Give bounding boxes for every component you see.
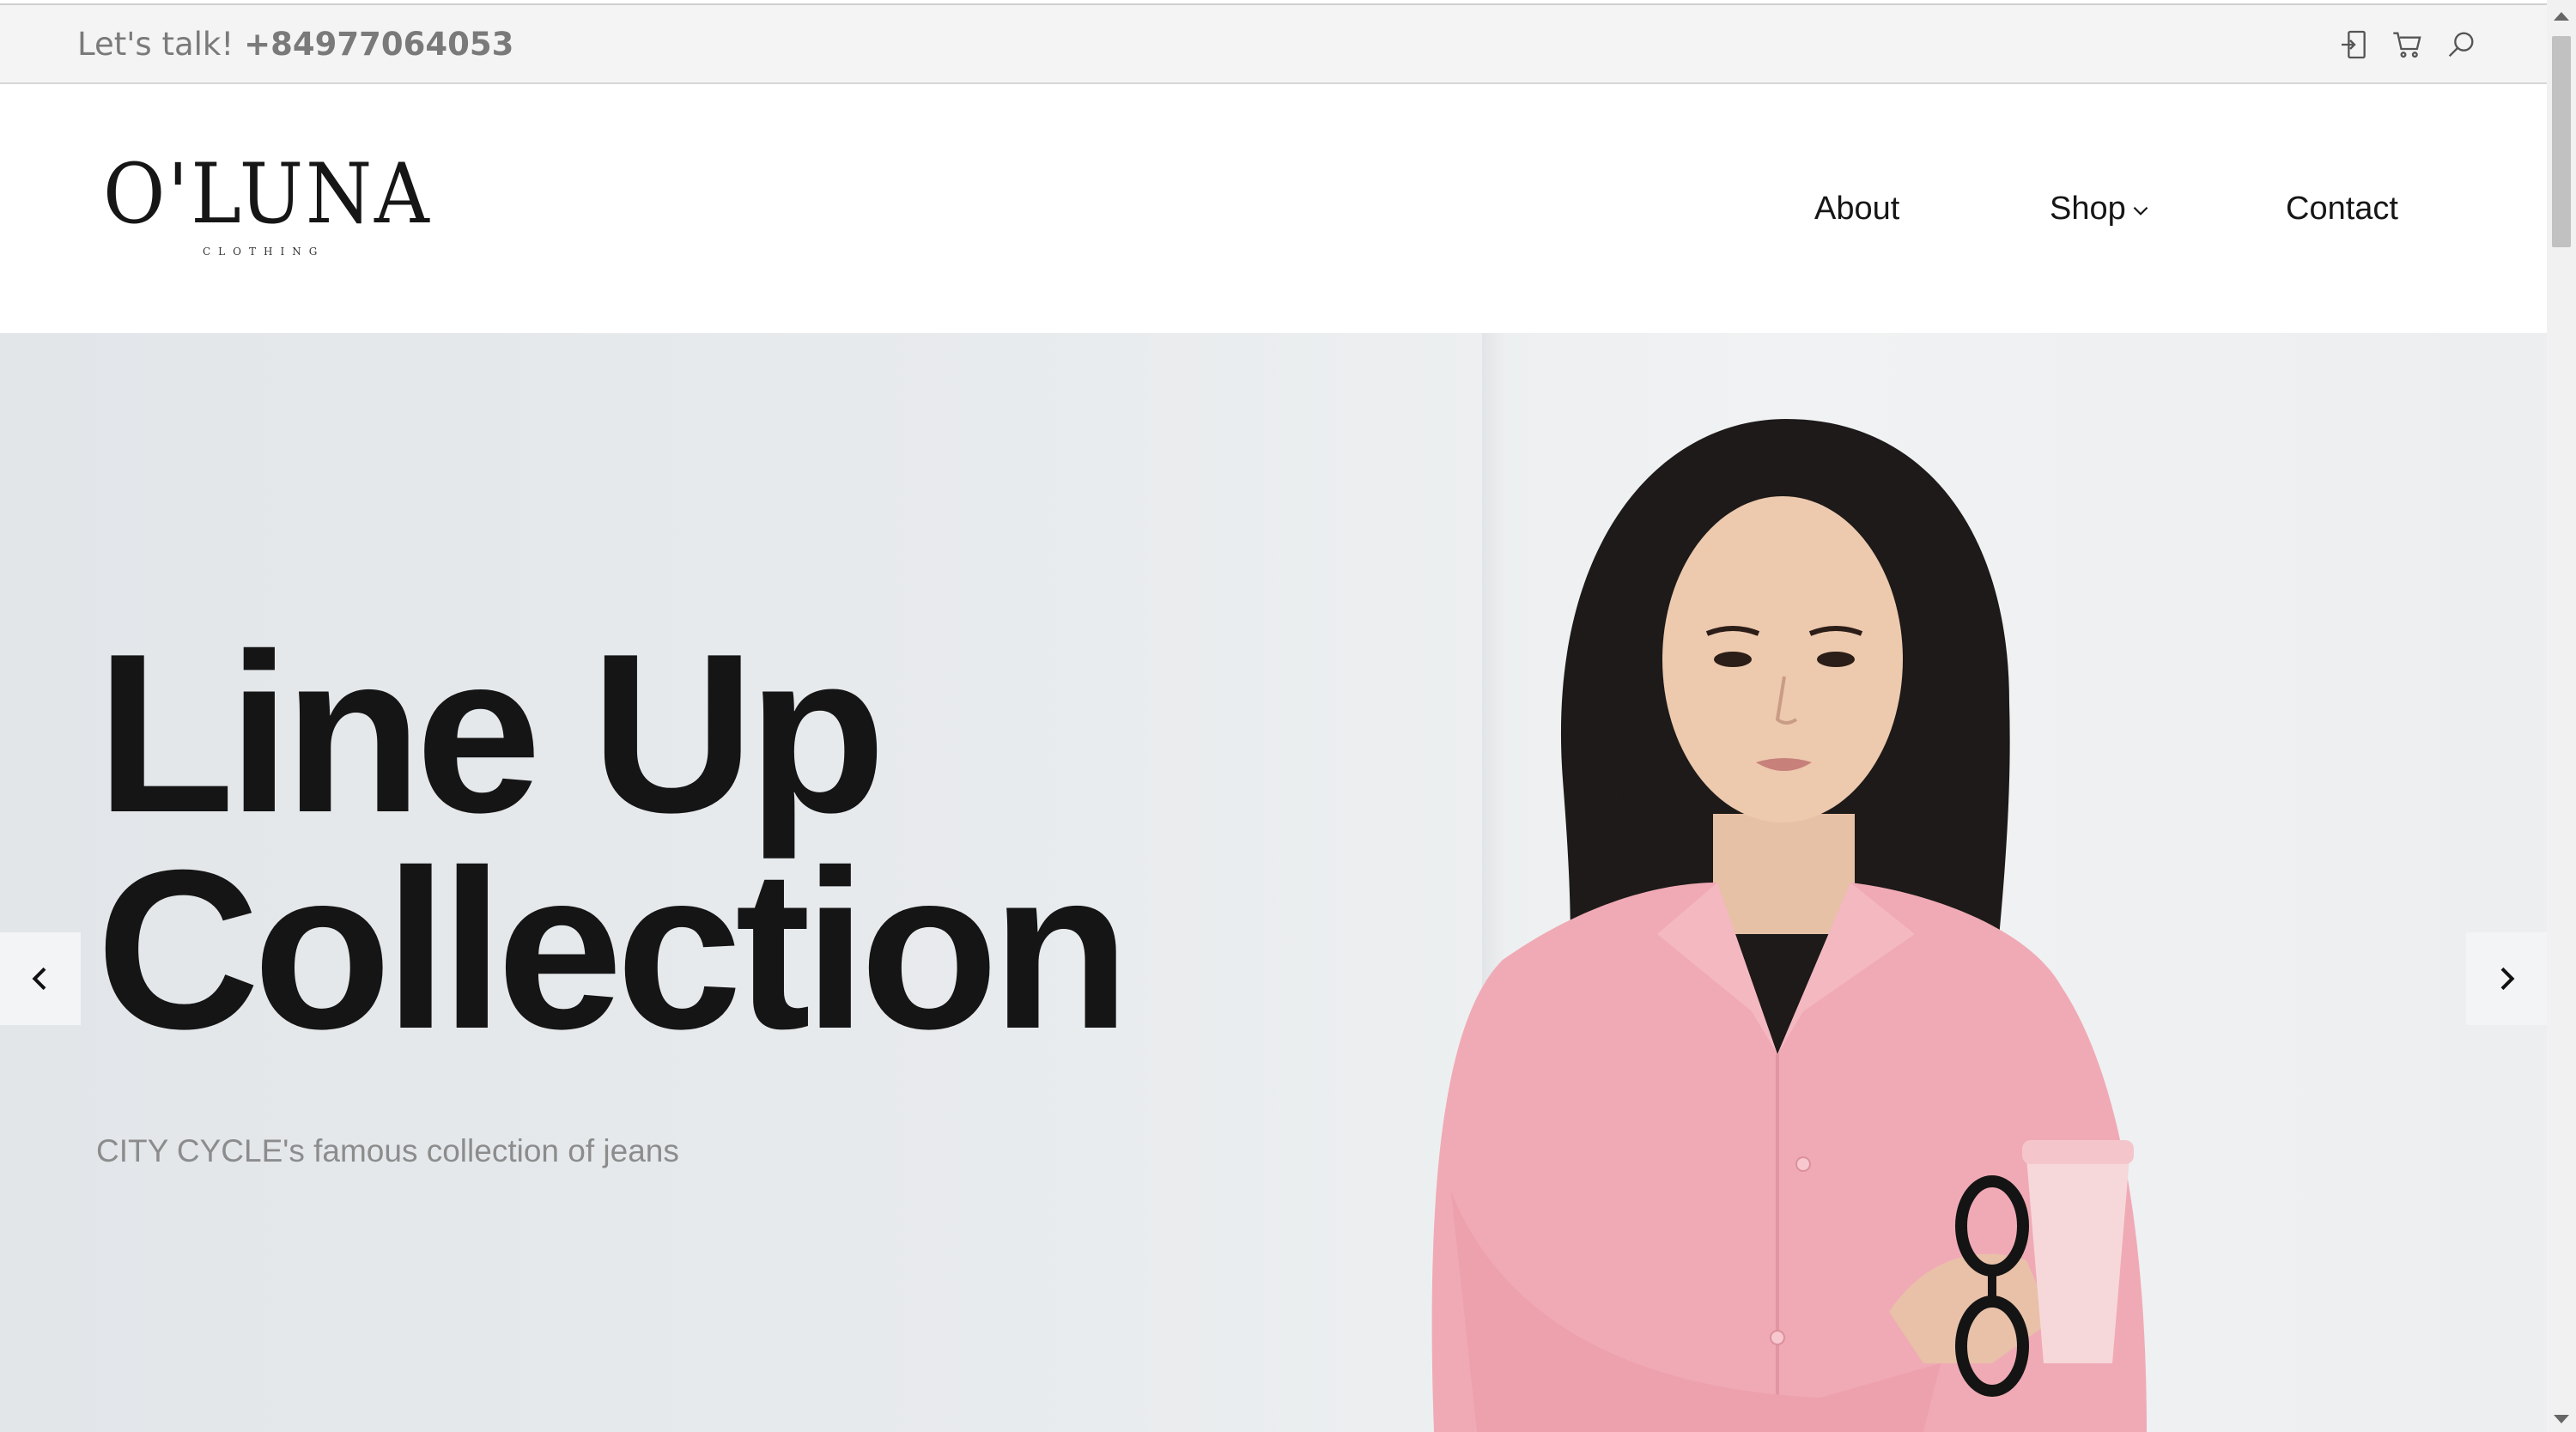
scroll-up-arrow[interactable]: [2554, 12, 2569, 21]
brand-logo[interactable]: O'LUNA CLOTHING: [103, 153, 429, 264]
logo-wordmark: O'LUNA: [103, 146, 432, 242]
logo-subtext: CLOTHING: [203, 246, 325, 258]
hero-subtitle: CITY CYCLE's famous collection of jeans: [96, 1133, 679, 1168]
slider-next-button[interactable]: [2466, 932, 2547, 1025]
nav-shop-label: Shop: [2050, 191, 2126, 227]
chevron-left-icon: [32, 967, 46, 991]
contact-line: Let's talk! +84977064053: [77, 26, 513, 63]
chevron-right-icon: [2500, 967, 2515, 991]
nav-about[interactable]: About: [1814, 191, 1899, 228]
scroll-down-arrow[interactable]: [2554, 1415, 2569, 1423]
page: Let's talk! +84977064053 O'LUNA CLOTHING …: [0, 0, 2547, 1432]
hero-title-line-1: Line Up: [96, 606, 886, 859]
hero-model-image: [1431, 419, 2147, 1432]
chevron-down-icon: [2133, 206, 2148, 215]
top-bar: Let's talk! +84977064053: [0, 3, 2547, 84]
hero-title-line-2: Collection: [96, 822, 1130, 1076]
phone-number[interactable]: +84977064053: [244, 26, 513, 63]
slider-prev-button[interactable]: [0, 932, 81, 1025]
site-header: O'LUNA CLOTHING About Shop Contact: [0, 84, 2547, 333]
vertical-scrollbar[interactable]: [2547, 0, 2576, 1432]
nav-shop[interactable]: Shop: [2050, 191, 2152, 228]
nav-contact[interactable]: Contact: [2286, 191, 2398, 228]
login-icon[interactable]: [2337, 27, 2372, 62]
scrollbar-thumb[interactable]: [2552, 36, 2571, 247]
top-icons: [2337, 27, 2478, 62]
hero-slider: Line Up Collection CITY CYCLE's famous c…: [0, 333, 2547, 1432]
search-icon[interactable]: [2444, 27, 2478, 62]
talk-label: Let's talk!: [77, 26, 234, 63]
hero-title: Line Up Collection: [96, 606, 1130, 1076]
cart-icon[interactable]: [2391, 27, 2425, 62]
